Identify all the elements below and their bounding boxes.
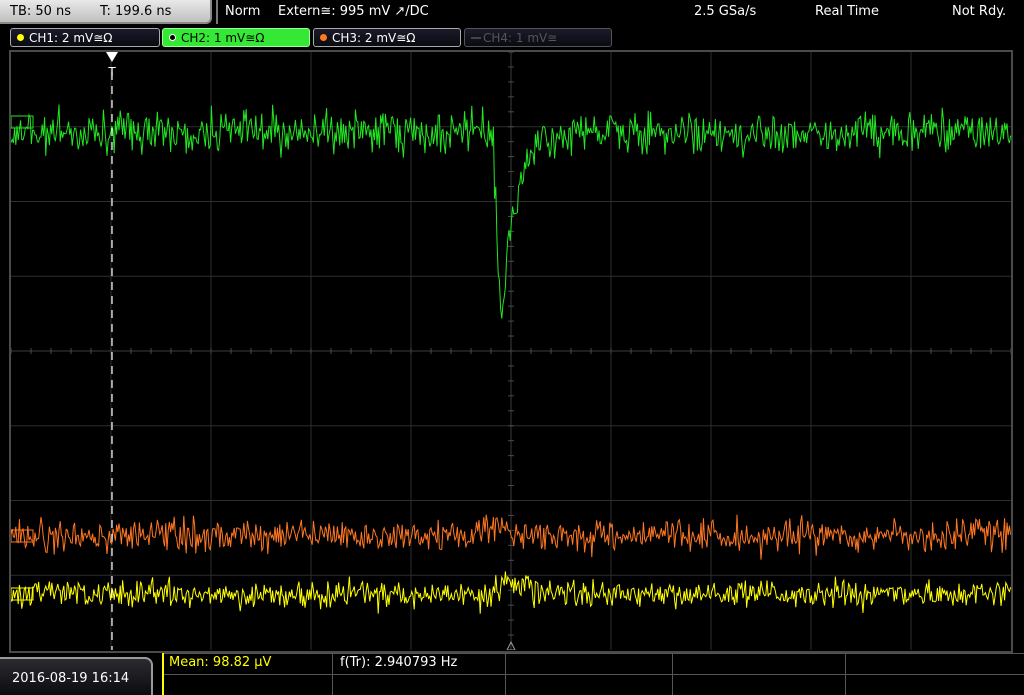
ch4-disabled-icon (471, 37, 481, 39)
trigger-time-value: T: 199.6 ns (100, 4, 172, 19)
timebase-value: TB: 50 ns (10, 4, 72, 19)
ch4-label: CH4: 1 mV≅ (483, 31, 558, 45)
trigger-mode[interactable]: Norm (225, 4, 260, 19)
meas-divider-top (162, 653, 1024, 654)
waveform-display[interactable]: T (11, 52, 1011, 650)
datetime-panel: 2016-08-19 16:14 (0, 657, 153, 695)
sample-rate[interactable]: 2.5 GSa/s (694, 4, 756, 19)
acquisition-mode[interactable]: Real Time (815, 4, 879, 19)
top-status-bar: TB: 50 ns T: 199.6 ns Norm Extern≅: 995 … (0, 0, 1024, 25)
channel-tab-ch2[interactable]: CH2: 1 mV≅Ω (162, 28, 310, 47)
frequency-measurement: f(Tr): 2.940793 Hz (340, 655, 458, 670)
trigger-position-arrow-icon[interactable] (106, 52, 118, 62)
channel-tab-ch3[interactable]: CH3: 2 mV≅Ω (313, 28, 461, 47)
meas-divider-v3 (672, 653, 673, 695)
ch2-level-marker[interactable] (11, 115, 34, 129)
divider (216, 0, 218, 24)
ch3-label: CH3: 2 mV≅Ω (332, 31, 416, 45)
meas-divider-v4 (845, 653, 846, 695)
meas-divider-v1 (332, 653, 333, 695)
meas-highlight-bar (162, 653, 164, 695)
ch1-label: CH1: 2 mV≅Ω (29, 31, 113, 45)
timebase-panel[interactable]: TB: 50 ns T: 199.6 ns (0, 0, 212, 24)
graticule (11, 52, 1011, 650)
trigger-status: Not Rdy. (952, 4, 1007, 19)
meas-divider-v2 (505, 653, 506, 695)
channel-tab-ch1[interactable]: CH1: 2 mV≅Ω (10, 28, 160, 47)
trigger-marker-label: T (107, 65, 116, 79)
datetime-value: 2016-08-19 16:14 (12, 671, 130, 686)
meas-divider-mid (162, 674, 1024, 675)
mean-measurement: Mean: 98.82 µV (169, 655, 272, 670)
ch2-label: CH2: 1 mV≅Ω (181, 31, 265, 45)
ch1-color-dot-icon (17, 34, 24, 41)
trigger-source[interactable]: Extern≅: 995 mV ↗/DC (278, 4, 429, 19)
ch2-color-dot-icon (169, 34, 176, 41)
channel-tab-ch4[interactable]: CH4: 1 mV≅ (464, 28, 612, 47)
ch3-color-dot-icon (320, 34, 327, 41)
measurement-bar[interactable]: Mean: 98.82 µV f(Tr): 2.940793 Hz (162, 653, 1024, 695)
